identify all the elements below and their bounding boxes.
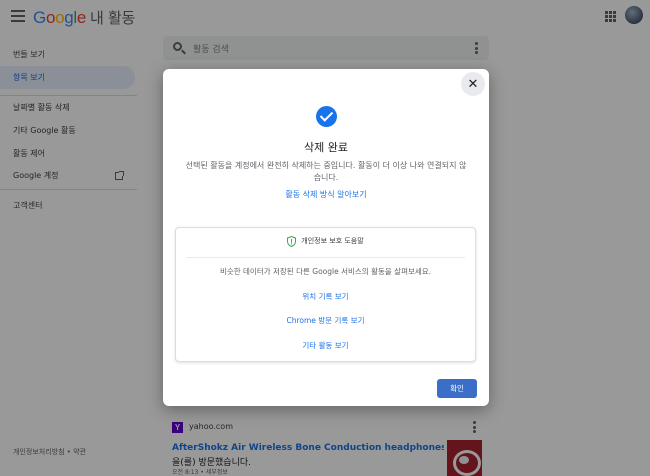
- privacy-tips-card: 개인정보 보호 도움말 비슷한 데이터가 저장된 다른 Google 서비스의 …: [175, 227, 476, 362]
- shield-icon: [287, 235, 297, 247]
- close-icon: ✕: [467, 76, 479, 92]
- privacy-card-title: 개인정보 보호 도움말: [301, 237, 364, 245]
- privacy-card-divider: [186, 257, 465, 258]
- learn-more-link[interactable]: 활동 삭제 방식 알아보기: [163, 189, 489, 200]
- deletion-complete-dialog: ✕ 삭제 완료 선택된 활동을 계정에서 완전히 삭제하는 중입니다. 활동이 …: [163, 69, 489, 406]
- chrome-history-link[interactable]: Chrome 방문 기록 보기: [176, 315, 475, 326]
- dialog-title: 삭제 완료: [304, 141, 348, 154]
- confirm-button[interactable]: 확인: [437, 379, 477, 398]
- location-history-link[interactable]: 위치 기록 보기: [176, 291, 475, 302]
- privacy-card-header: 개인정보 보호 도움말: [176, 228, 475, 254]
- close-button[interactable]: ✕: [461, 72, 485, 96]
- privacy-card-description: 비슷한 데이터가 저장된 다른 Google 서비스의 활동을 살펴보세요.: [219, 267, 432, 276]
- dialog-body: 선택된 활동을 계정에서 완전히 삭제하는 중입니다. 활동이 더 이상 나와 …: [185, 161, 467, 182]
- other-activity-link[interactable]: 기타 활동 보기: [176, 340, 475, 351]
- check-circle-icon: [316, 106, 337, 127]
